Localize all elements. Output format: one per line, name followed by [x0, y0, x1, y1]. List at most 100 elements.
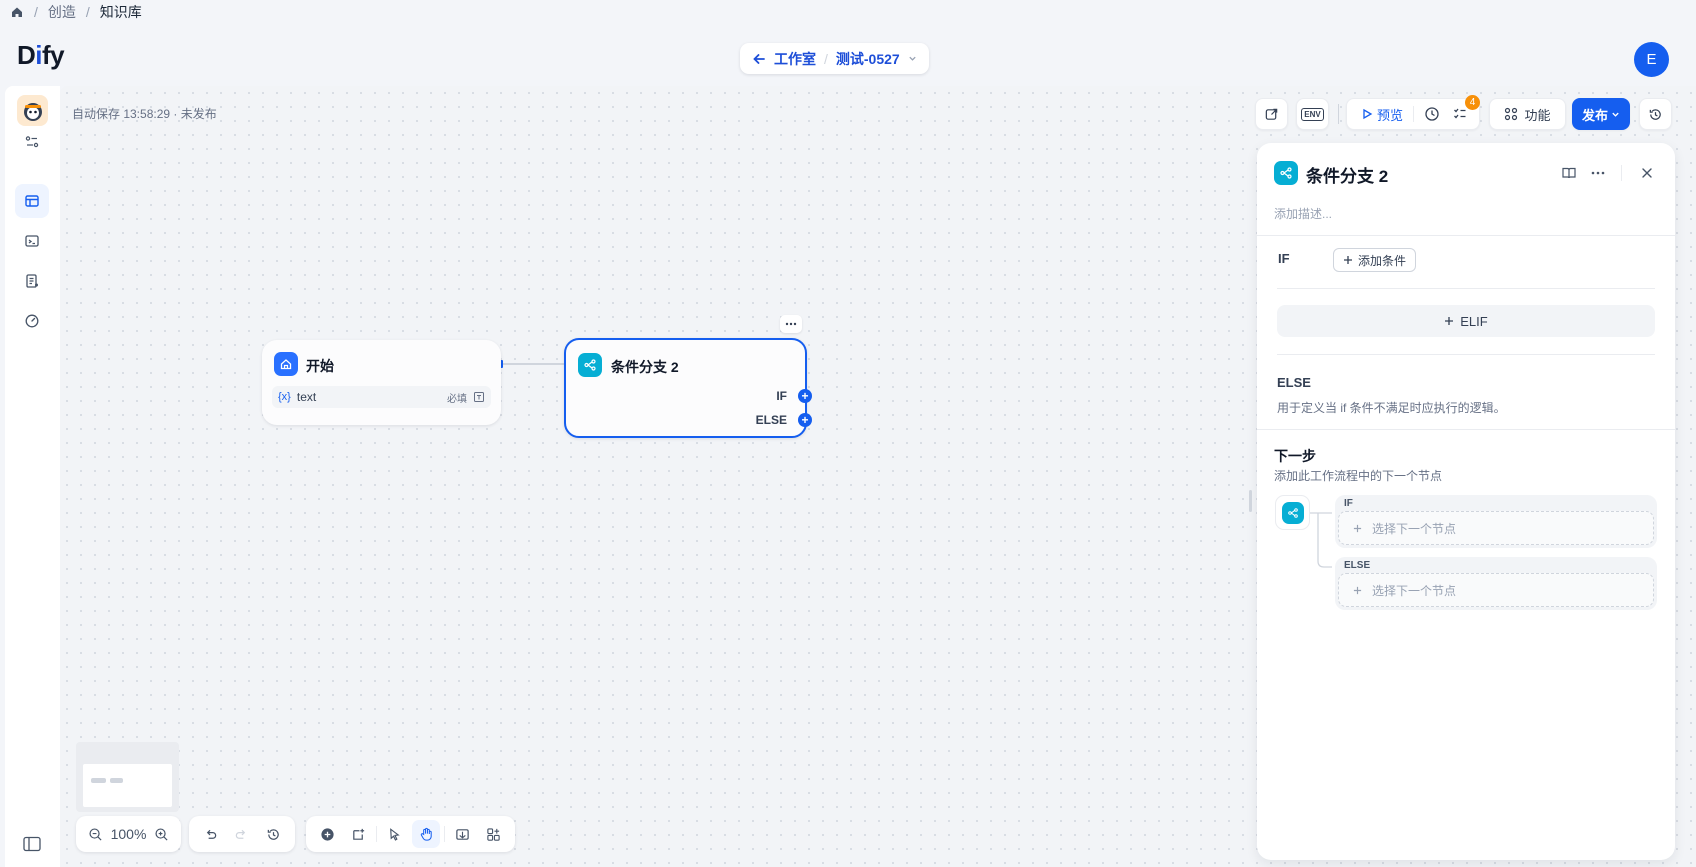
more-icon — [785, 322, 797, 326]
gauge-icon — [24, 313, 40, 329]
minimap[interactable] — [76, 742, 179, 812]
text-type-icon — [473, 391, 485, 403]
minimap-viewport — [83, 764, 172, 807]
zoom-in-icon[interactable] — [150, 820, 173, 848]
start-node[interactable]: 开始 {x} text 必填 — [262, 340, 501, 425]
env-icon: ENV — [1301, 107, 1324, 121]
else-select-label: 选择下一个节点 — [1372, 583, 1457, 598]
version-history-button[interactable] — [1639, 98, 1672, 130]
panel-resize-handle[interactable] — [1249, 490, 1252, 512]
studio-back-link[interactable]: 工作室 — [774, 49, 816, 69]
add-note-icon[interactable] — [345, 820, 372, 848]
node-more-button[interactable] — [780, 315, 802, 333]
branch-icon — [1274, 161, 1298, 185]
export-image-icon[interactable] — [449, 820, 476, 848]
variable-name: text — [296, 390, 317, 404]
hand-icon[interactable] — [412, 820, 440, 848]
change-history-icon[interactable] — [260, 820, 287, 848]
more-icon[interactable] — [1590, 165, 1606, 181]
view-checklist-button[interactable] — [1255, 98, 1288, 130]
home-icon[interactable] — [10, 5, 24, 19]
play-icon[interactable] — [1361, 108, 1373, 120]
publish-button[interactable]: 发布 — [1572, 98, 1630, 130]
grid-icon — [1504, 107, 1518, 121]
breadcrumb: / 创造 / 知识库 — [10, 3, 142, 21]
terminal-icon — [24, 233, 40, 249]
if-next-label: IF — [1344, 498, 1353, 509]
history-icon — [1648, 107, 1663, 122]
ifelse-node[interactable]: 条件分支 2 IF ELSE — [564, 338, 807, 438]
required-label: 必填 — [447, 393, 467, 405]
sidebar-collapse-icon[interactable] — [23, 836, 41, 852]
else-select-next-node[interactable]: 选择下一个节点 — [1338, 573, 1654, 607]
pointer-icon[interactable] — [381, 820, 408, 848]
checklist-count-badge: 4 — [1465, 95, 1480, 110]
checklist-icon[interactable] — [1452, 106, 1468, 122]
book-icon[interactable] — [1561, 165, 1577, 181]
branch-connector — [1310, 512, 1332, 568]
sidebar-item-monitoring[interactable] — [15, 304, 49, 338]
add-node-icon[interactable] — [314, 820, 341, 848]
app-nav-pill: 工作室 / 测试-0527 — [740, 43, 929, 74]
user-avatar[interactable]: E — [1634, 42, 1669, 77]
if-select-next-node[interactable]: 选择下一个节点 — [1338, 511, 1654, 545]
app-name-dropdown[interactable]: 测试-0527 — [836, 49, 900, 69]
else-add-handle[interactable]: + — [798, 413, 812, 427]
if-select-label: 选择下一个节点 — [1372, 521, 1457, 536]
else-next-branch: ELSE 选择下一个节点 — [1335, 557, 1657, 610]
features-button[interactable]: 功能 — [1489, 98, 1566, 130]
redo-icon[interactable] — [228, 820, 255, 848]
app-avatar-icon[interactable] — [17, 95, 48, 126]
start-variable-row: {x} text 必填 — [272, 386, 491, 408]
chevron-down-icon — [1611, 110, 1620, 119]
nav-divider: / — [824, 50, 828, 67]
autosave-status: 自动保存 13:58:29 · 未发布 — [72, 107, 217, 121]
add-elif-button[interactable]: ELIF — [1277, 305, 1655, 337]
else-branch-label: ELSE — [755, 413, 787, 427]
toolbar-divider — [1338, 104, 1339, 124]
plus-icon — [1343, 255, 1353, 265]
run-history-icon[interactable] — [1424, 106, 1440, 122]
breadcrumb-item-create[interactable]: 创造 — [48, 2, 76, 22]
branch-icon — [1281, 501, 1304, 524]
zoom-out-icon[interactable] — [84, 820, 107, 848]
else-section-title: ELSE — [1277, 375, 1311, 390]
ifelse-node-title: 条件分支 2 — [611, 359, 679, 375]
if-add-handle[interactable]: + — [798, 389, 812, 403]
plus-icon — [1353, 586, 1362, 595]
if-section-label: IF — [1278, 251, 1290, 266]
panel-title[interactable]: 条件分支 2 — [1306, 162, 1388, 187]
sidebar-item-orchestrate[interactable] — [15, 184, 49, 218]
layout-icon — [24, 193, 40, 209]
arrow-left-icon[interactable] — [752, 52, 766, 66]
add-condition-button[interactable]: 添加条件 — [1333, 248, 1417, 272]
breadcrumb-item-knowledge[interactable]: 知识库 — [100, 2, 142, 22]
breadcrumb-separator: / — [34, 4, 38, 20]
sidebar-item-api[interactable] — [15, 224, 49, 258]
canvas-tools — [306, 816, 515, 852]
elif-label: ELIF — [1460, 313, 1488, 329]
minimap-node — [91, 778, 106, 783]
organize-blocks-icon[interactable] — [480, 820, 507, 848]
else-next-label: ELSE — [1344, 560, 1371, 571]
plus-icon — [1353, 524, 1362, 533]
next-step-desc: 添加此工作流程中的下一个节点 — [1274, 469, 1443, 483]
zoom-controls: 100% — [76, 816, 181, 852]
description-input[interactable]: 添加描述... — [1274, 205, 1332, 222]
preview-button[interactable]: 预览 — [1377, 105, 1403, 124]
history-controls — [189, 816, 295, 852]
undo-icon[interactable] — [197, 820, 224, 848]
add-condition-label: 添加条件 — [1358, 253, 1407, 268]
app-settings-icon[interactable] — [24, 134, 40, 150]
next-step-title: 下一步 — [1274, 448, 1316, 464]
chevron-down-icon[interactable] — [908, 54, 917, 63]
sidebar-item-logs[interactable] — [15, 264, 49, 298]
dify-logo[interactable]: Dify — [17, 40, 65, 71]
zoom-level[interactable]: 100% — [111, 826, 147, 842]
env-variables-button[interactable]: ENV — [1296, 98, 1329, 130]
connection-edge[interactable] — [500, 355, 570, 375]
close-icon[interactable] — [1640, 166, 1654, 180]
if-next-branch: IF 选择下一个节点 — [1335, 495, 1657, 548]
node-config-panel: 条件分支 2 添加描述... IF 添加条件 ELIF ELSE 用于定义当 i… — [1257, 143, 1675, 860]
variable-icon: {x} — [278, 391, 291, 403]
